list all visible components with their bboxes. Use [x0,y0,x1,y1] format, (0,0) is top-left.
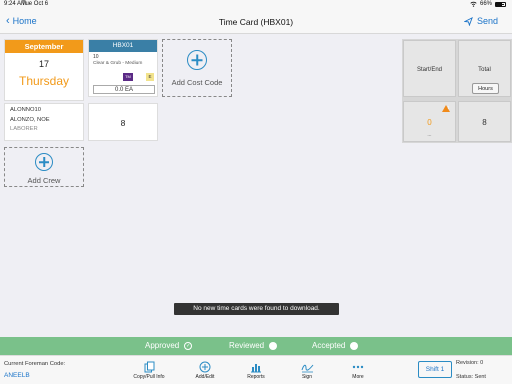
reviewed-toggle[interactable]: Reviewed [229,341,278,350]
approved-label: Approved [145,341,180,350]
add-edit-label: Add/Edit [195,374,215,380]
copy-icon [144,361,154,372]
employee-card[interactable]: ALONNO10 ALONZO, NOE LABORER [4,103,84,141]
ellipsis-icon [352,365,364,368]
reviewed-label: Reviewed [229,341,265,350]
signature-icon [301,364,313,372]
revision-text: Revision: 0 [456,360,484,366]
add-cost-code-button[interactable]: Add Cost Code [162,39,232,97]
send-label: Send [476,16,498,26]
approval-bar: Approved ✓ Reviewed Accepted [0,337,512,355]
start-end-subtext: ... [427,132,432,138]
date-day: 17 [38,59,49,69]
sign-button[interactable]: Sign [287,360,327,380]
add-crew-button[interactable]: Add Crew [4,147,84,187]
employee-hours-cell[interactable]: 8 [88,103,158,141]
wifi-icon [470,1,477,7]
date-card[interactable]: September 17 Thursday [4,39,84,101]
cost-code-description: Clear & Grub - Medium [93,61,143,66]
reports-label: Reports [247,374,265,380]
total-cell: 8 [458,101,511,142]
add-circle-icon [199,361,211,372]
check-circle-icon: ✓ [184,341,193,350]
toast-message: No new time cards were found to download… [174,303,339,315]
send-icon [463,16,473,26]
bottom-toolbar: Current Foreman Code: ANEELB Copy/Pull I… [0,355,512,384]
cost-code-card[interactable]: HBX01 10 Clear & Grub - Medium TM E 0.0 … [88,39,158,97]
send-button[interactable]: Send [463,16,498,26]
total-value: 8 [482,118,487,127]
e-badge: E [146,73,154,81]
add-circle-icon [35,153,53,171]
tm-badge: TM [123,73,133,81]
warning-icon: ! [442,103,453,112]
start-end-header: Start/End [403,40,456,97]
reports-button[interactable]: Reports [236,360,276,380]
bar-chart-icon [251,363,261,372]
shift-button[interactable]: Shift 1 [418,361,452,378]
add-circle-icon [187,50,207,70]
start-end-header-label: Start/End [416,67,442,73]
status-date: Tue Oct 6 [22,1,49,7]
total-header-label: Total [478,67,491,73]
start-end-value: 0 [427,118,432,127]
page-title: Time Card (HBX01) [218,17,294,27]
battery-icon [495,1,506,7]
more-label: More [352,374,364,380]
summary-panel: Start/End Total Hours ! 0 ... 8 [402,39,512,143]
status-bar: 9:24 AM Tue Oct 6 66% [0,0,512,10]
nav-bar: ‹ Home Time Card (HBX01) Send [0,10,512,34]
date-month: September [5,40,83,53]
employee-role: LABORER [10,126,38,132]
accepted-label: Accepted [312,341,346,350]
battery-percent: 66% [479,1,492,7]
start-end-cell[interactable]: ! 0 ... [403,101,456,142]
more-button[interactable]: More [338,360,378,380]
hours-button[interactable]: Hours [472,83,499,94]
accepted-dot-icon [350,341,359,350]
employee-id: ALONNO10 [10,107,41,113]
add-cost-code-label: Add Cost Code [171,78,223,87]
add-crew-label: Add Crew [27,176,61,185]
cost-code-quantity[interactable]: 0.0 EA [93,85,155,94]
accepted-toggle[interactable]: Accepted [312,341,359,350]
foreman-code[interactable]: ANEELB [4,372,30,379]
approved-toggle[interactable]: Approved ✓ [145,341,193,350]
date-weekday: Thursday [18,74,70,88]
status-text: Status: Sent [456,374,486,380]
total-header: Total Hours [458,40,511,97]
warning-symbol: ! [447,104,450,110]
foreman-label: Current Foreman Code: [4,361,66,367]
add-edit-button[interactable]: Add/Edit [185,360,225,380]
status-right: 66% [470,1,506,7]
employee-name: ALONZO, NOE [10,116,50,123]
copy-pull-info-label: Copy/Pull Info [133,374,165,380]
sign-label: Sign [301,374,312,380]
cost-code-number: 10 [93,54,99,60]
cost-code-header: HBX01 [89,40,157,52]
copy-pull-info-button[interactable]: Copy/Pull Info [129,360,169,380]
reviewed-dot-icon [269,341,278,350]
